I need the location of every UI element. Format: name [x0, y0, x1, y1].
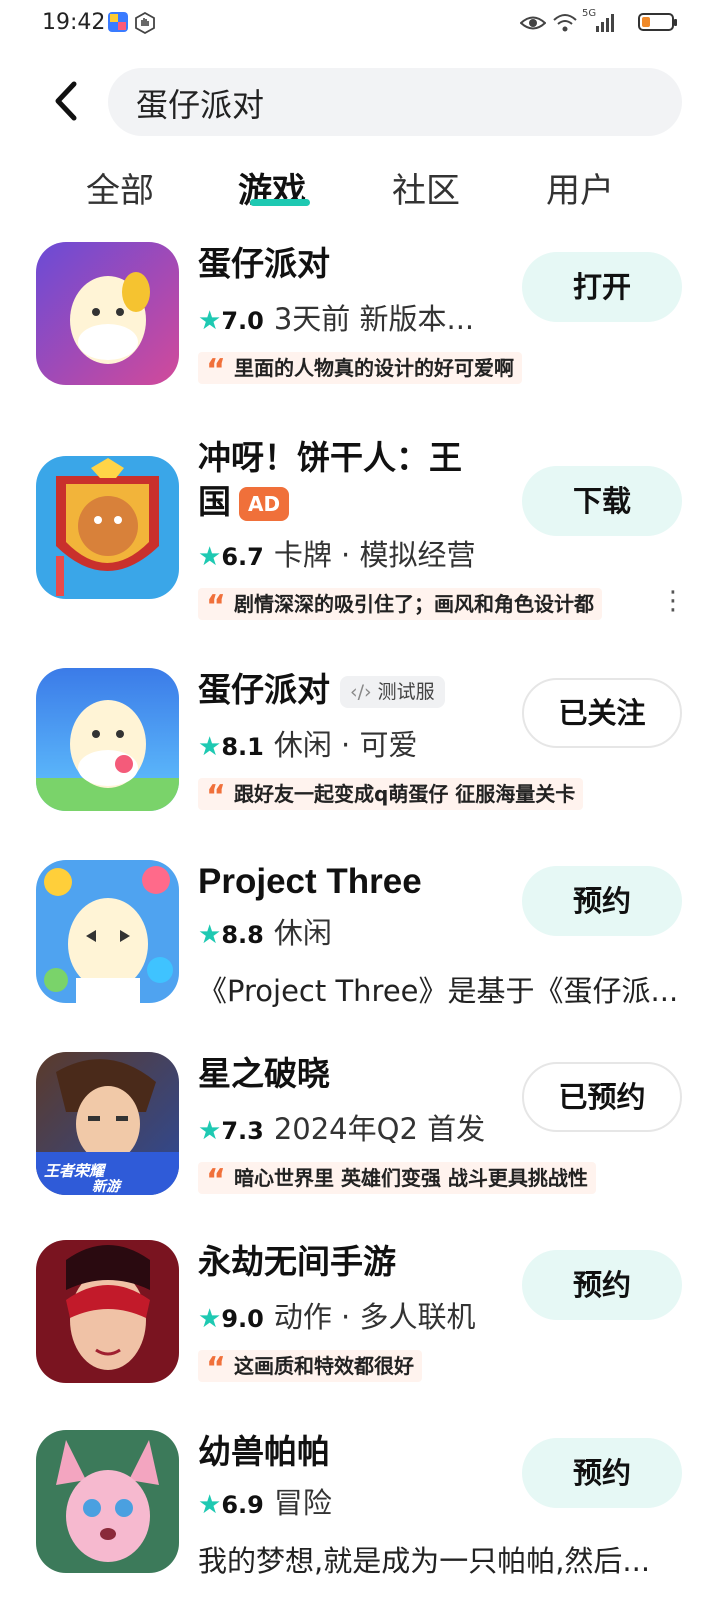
- list-item[interactable]: 冲呀！饼干人：王 国 AD ★6.7 卡牌 · 模拟经营 “ 剧情深深的吸引住了；画风…: [0, 436, 720, 626]
- app-icon-cookie-run[interactable]: [36, 456, 179, 599]
- quote-icon: “: [206, 1163, 226, 1194]
- app-icon-project-three[interactable]: [36, 860, 179, 1003]
- app-rating: 6.9: [221, 1491, 264, 1519]
- app-title[interactable]: Project Three: [198, 860, 422, 904]
- app-rating: 8.1: [221, 733, 264, 761]
- quote-icon: “: [206, 779, 226, 810]
- list-item[interactable]: 王者荣耀 新游 星之破晓 ★7.3 2024年Q2 首发 “ 暗心世界里 英雄们变强…: [0, 1052, 720, 1202]
- list-item[interactable]: 蛋仔派对 ‹/› 测试服 ★8.1 休闲 · 可爱 “ 跟好友一起变成q萌蛋仔 征服海…: [0, 668, 720, 818]
- app-icon-naraka-mobile[interactable]: [36, 1240, 179, 1383]
- ad-badge: AD: [239, 486, 290, 521]
- icon-caption-2: 新游: [92, 1179, 120, 1195]
- search-bar[interactable]: [108, 68, 682, 138]
- app-info: 动作 · 多人联机: [273, 1300, 476, 1334]
- app-notification-icon: [108, 12, 130, 34]
- star-icon: ★: [198, 1304, 222, 1334]
- status-bar: 19:42 5G: [0, 0, 720, 48]
- eye-icon: [519, 12, 547, 34]
- app-icon-eggy-party-test[interactable]: [36, 668, 179, 811]
- signal-label: 5G: [582, 8, 597, 19]
- hand-notification-icon: [134, 11, 156, 35]
- app-rating: 7.0: [221, 307, 264, 335]
- app-title[interactable]: 星之破晓: [198, 1052, 330, 1096]
- app-title-line2: 国: [198, 482, 231, 521]
- app-title[interactable]: 蛋仔派对 ‹/› 测试服: [198, 668, 445, 712]
- app-description: 我的梦想,就是成为一只帕帕,然后...: [198, 1544, 651, 1578]
- app-meta: ★9.0 动作 · 多人联机: [198, 1294, 475, 1336]
- star-icon: ★: [198, 306, 222, 336]
- star-icon: ★: [198, 920, 222, 950]
- reserve-button[interactable]: 预约: [522, 1438, 682, 1508]
- review-text: 里面的人物真的设计的好可爱啊: [234, 356, 514, 380]
- app-rating: 6.7: [221, 543, 264, 571]
- app-meta: ★7.0 3天前 新版本...: [198, 296, 474, 338]
- star-icon: ★: [198, 542, 222, 572]
- review-text: 暗心世界里 英雄们变强 战斗更具挑战性: [234, 1166, 588, 1190]
- reserve-button[interactable]: 预约: [522, 866, 682, 936]
- search-input[interactable]: [134, 68, 658, 138]
- quote-icon: “: [206, 353, 226, 384]
- app-info: 2024年Q2 首发: [273, 1112, 486, 1146]
- app-info: 卡牌 · 模拟经营: [273, 538, 476, 572]
- star-icon: ★: [198, 732, 222, 762]
- back-button[interactable]: [48, 78, 88, 124]
- list-item[interactable]: 蛋仔派对 ★7.0 3天前 新版本... “ 里面的人物真的设计的好可爱啊 打开: [0, 242, 720, 392]
- star-icon: ★: [198, 1490, 222, 1520]
- app-meta: ★6.9 冒险: [198, 1480, 332, 1522]
- app-icon-youshou-papa[interactable]: [36, 1430, 179, 1573]
- review-quote: “ 这画质和特效都很好: [198, 1350, 422, 1382]
- quote-icon: “: [206, 589, 226, 620]
- app-meta: ★8.1 休闲 · 可爱: [198, 722, 417, 764]
- following-button[interactable]: 已关注: [522, 678, 682, 748]
- chevron-left-icon: [55, 81, 77, 121]
- app-rating: 8.8: [221, 921, 264, 949]
- app-info: 冒险: [273, 1486, 332, 1520]
- app-meta: ★6.7 卡牌 · 模拟经营: [198, 532, 475, 574]
- review-quote: “ 跟好友一起变成q萌蛋仔 征服海量关卡: [198, 778, 584, 810]
- open-button[interactable]: 打开: [522, 252, 682, 322]
- code-icon: ‹/›: [350, 680, 372, 703]
- reserve-button[interactable]: 预约: [522, 1250, 682, 1320]
- review-text: 剧情深深的吸引住了；画风和角色设计都: [234, 592, 594, 616]
- review-text: 跟好友一起变成q萌蛋仔 征服海量关卡: [234, 782, 576, 806]
- app-info: 3天前 新版本...: [273, 302, 475, 336]
- battery-icon: [638, 13, 677, 31]
- status-time: 19:42: [42, 10, 106, 35]
- app-description: 《Project Three》是基于《蛋仔派...: [198, 974, 679, 1008]
- app-meta: ★7.3 2024年Q2 首发: [198, 1106, 485, 1148]
- download-button[interactable]: 下载: [522, 466, 682, 536]
- app-title[interactable]: 幼兽帕帕: [198, 1430, 330, 1474]
- test-server-badge: ‹/› 测试服: [340, 675, 445, 708]
- wifi-icon: [552, 12, 578, 34]
- app-title[interactable]: 冲呀！饼干人：王 国 AD: [198, 436, 462, 524]
- cellular-signal-icon: 5G: [582, 8, 618, 34]
- list-item[interactable]: Project Three ★8.8 休闲 《Project Three》是基于《…: [0, 860, 720, 1010]
- app-meta: ★8.8 休闲: [198, 910, 332, 952]
- active-tab-indicator: [250, 199, 310, 206]
- list-item[interactable]: 永劫无间手游 ★9.0 动作 · 多人联机 “ 这画质和特效都很好 预约: [0, 1240, 720, 1390]
- reserved-button[interactable]: 已预约: [522, 1062, 682, 1132]
- review-quote: “ 剧情深深的吸引住了；画风和角色设计都: [198, 588, 602, 620]
- more-options-icon[interactable]: ⋮: [660, 586, 686, 616]
- review-quote: “ 里面的人物真的设计的好可爱啊: [198, 352, 522, 384]
- app-title[interactable]: 永劫无间手游: [198, 1240, 396, 1284]
- tab-all[interactable]: 全部: [86, 163, 154, 212]
- quote-icon: “: [206, 1351, 226, 1382]
- app-info: 休闲: [273, 916, 332, 950]
- tab-users[interactable]: 用户: [546, 163, 614, 212]
- review-quote: “ 暗心世界里 英雄们变强 战斗更具挑战性: [198, 1162, 596, 1194]
- app-icon-eggy-party[interactable]: [36, 242, 179, 385]
- list-item[interactable]: 幼兽帕帕 ★6.9 冒险 我的梦想,就是成为一只帕帕,然后... 预约: [0, 1430, 720, 1612]
- app-info: 休闲 · 可爱: [273, 728, 418, 762]
- app-title[interactable]: 蛋仔派对: [198, 242, 330, 286]
- test-server-label: 测试服: [377, 680, 435, 703]
- app-icon-star-dawn[interactable]: 王者荣耀 新游: [36, 1052, 179, 1195]
- tab-community[interactable]: 社区: [392, 163, 460, 212]
- app-title-text: 蛋仔派对: [198, 670, 330, 709]
- app-title-line1: 冲呀！饼干人：王: [198, 438, 462, 477]
- app-rating: 7.3: [221, 1117, 264, 1145]
- review-text: 这画质和特效都很好: [234, 1354, 414, 1378]
- star-icon: ★: [198, 1116, 222, 1146]
- app-rating: 9.0: [221, 1305, 264, 1333]
